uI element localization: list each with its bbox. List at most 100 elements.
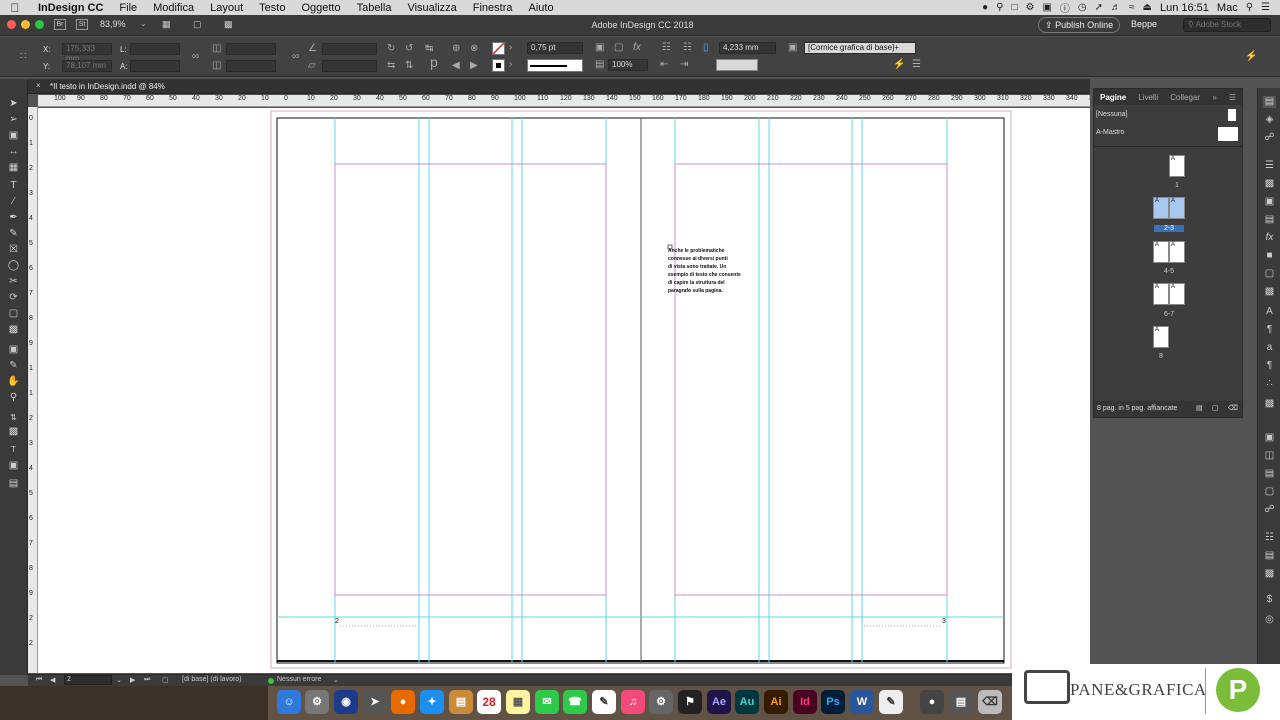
flip-horizontal-icon[interactable]: ⇆	[387, 60, 395, 72]
line-tool-icon[interactable]: ∕	[6, 195, 21, 209]
gear-icon[interactable]: ⚙	[1025, 2, 1034, 13]
pen-tool-icon[interactable]: ✒	[6, 211, 21, 225]
scale-y-field[interactable]	[226, 60, 276, 72]
stroke-panel-icon[interactable]: ☰	[1263, 160, 1276, 172]
zoom-window-icon[interactable]	[35, 20, 44, 29]
fill-swatch[interactable]	[492, 42, 505, 55]
facetime-icon[interactable]: ☎	[563, 690, 587, 714]
effects-panel-icon[interactable]: fx	[1263, 232, 1276, 244]
apple-icon[interactable]: 	[0, 1, 30, 15]
eyedropper-tool-icon[interactable]: ✎	[6, 359, 21, 373]
downloads-icon[interactable]: ●	[920, 690, 944, 714]
page-number-field[interactable]: 2	[64, 675, 112, 685]
frame-fill-select[interactable]	[716, 59, 758, 71]
transform-panel-icon[interactable]: ▢	[1263, 268, 1276, 280]
page-size-icon[interactable]: ▤	[1196, 401, 1203, 417]
select-previous-icon[interactable]: ◀	[452, 60, 460, 72]
textedit-icon[interactable]: ✎	[592, 690, 616, 714]
bookmarks-panel-icon[interactable]: ▢	[1263, 486, 1276, 498]
object-style-select[interactable]: [Cornice grafica di base]+	[804, 42, 916, 54]
view-options-icon[interactable]: ▦	[162, 19, 171, 30]
table-panel-icon[interactable]: ☷	[1263, 532, 1276, 544]
eject-icon[interactable]: ⏏	[1143, 2, 1152, 13]
preflight-label[interactable]: Nessun errore	[277, 676, 321, 683]
master-a[interactable]: A-Mastro	[1096, 129, 1124, 136]
cc-libraries-panel-icon[interactable]: ■	[1263, 250, 1276, 262]
pathfinder-panel-icon[interactable]: ◫	[1263, 450, 1276, 462]
stickies-icon[interactable]: ▦	[506, 690, 530, 714]
panel-collapse-icon[interactable]: »	[1206, 93, 1222, 102]
menu-modifica[interactable]: Modifica	[145, 2, 202, 14]
gradient-panel-icon[interactable]: ▤	[1263, 214, 1276, 226]
gradient-tool-icon[interactable]: ▢	[6, 307, 21, 321]
messages-icon[interactable]: ✉	[535, 690, 559, 714]
zoom-level[interactable]: 83,9%	[100, 19, 126, 29]
menu-aiuto[interactable]: Aiuto	[521, 2, 562, 14]
after-effects-icon[interactable]: Ae	[707, 690, 731, 714]
document-tab[interactable]: *Il testo in InDesign.indd @ 84%	[50, 82, 165, 91]
last-page-icon[interactable]: ⏭	[144, 676, 150, 684]
master-none-thumb[interactable]	[1228, 109, 1236, 121]
fill-stroke-icon[interactable]: ▩	[6, 425, 21, 439]
type-tool-icon[interactable]: T	[6, 179, 21, 193]
select-next-icon[interactable]: ▶	[470, 60, 478, 72]
calendar-icon[interactable]: 28	[477, 690, 501, 714]
trash-icon[interactable]: ⌫	[1228, 401, 1238, 417]
frame-fitting-icon[interactable]: ☷	[683, 42, 692, 54]
screen-mode-tool-icon[interactable]: ▤	[6, 477, 21, 491]
chevron-down-icon[interactable]: ⌄	[116, 676, 122, 684]
page-thumb-7[interactable]: A	[1169, 283, 1185, 305]
new-page-icon[interactable]: ▢	[1212, 401, 1219, 417]
search-icon[interactable]: ⚲	[1246, 2, 1253, 13]
direct-selection-tool-icon[interactable]: ➢	[6, 113, 21, 127]
scale-x-icon[interactable]: ◫	[212, 43, 221, 55]
panel-options-icon[interactable]: ☰	[912, 59, 921, 71]
menubar-user[interactable]: Mac	[1217, 2, 1238, 14]
pages-panel-icon[interactable]: ▤	[1263, 96, 1276, 108]
master-label[interactable]: [di base] (di lavoro)	[182, 676, 242, 683]
align-right-icon[interactable]: ⇥	[680, 59, 688, 71]
bridge-icon[interactable]: Br	[54, 19, 66, 30]
launchpad-icon[interactable]: ➤	[363, 690, 387, 714]
master-none[interactable]: [Nessuna]	[1096, 111, 1128, 118]
info-panel-icon[interactable]: ◎	[1263, 614, 1276, 626]
rotate-ccw-icon[interactable]: ↺	[405, 43, 413, 55]
panel-menu-icon[interactable]: ☰	[1223, 93, 1242, 102]
creative-cloud-icon[interactable]: ●	[982, 2, 988, 13]
x-position-field[interactable]: 175,333 mm	[62, 43, 112, 63]
table-styles-panel-icon[interactable]: ▩	[1263, 568, 1276, 580]
text-wrap-panel-icon[interactable]: ▩	[1263, 398, 1276, 410]
screen-mode-icon[interactable]: ▢	[193, 19, 202, 30]
drop-shadow-icon[interactable]: ▣	[595, 42, 604, 54]
height-field[interactable]	[130, 60, 180, 72]
free-transform-tool-icon[interactable]: ⟳	[6, 291, 21, 305]
note-tool-icon[interactable]: ▣	[6, 343, 21, 357]
swap-colors-icon[interactable]: ⇅	[6, 411, 21, 425]
cc-market-panel-icon[interactable]: $	[1263, 594, 1276, 606]
y-position-field[interactable]: 78,107 mm	[62, 60, 112, 72]
page-thumb-3[interactable]: A	[1169, 197, 1185, 219]
rectangle-frame-tool-icon[interactable]: ☒	[6, 243, 21, 257]
menu-visualizza[interactable]: Visualizza	[399, 2, 464, 14]
text-frame[interactable]: Anche le problematiche connesse ai diver…	[668, 247, 753, 295]
shear-icon[interactable]: ▱	[308, 60, 316, 72]
notes-folder-icon[interactable]: ▤	[449, 690, 473, 714]
paperclip-icon[interactable]: ⚲	[996, 2, 1003, 13]
color-panel-icon[interactable]: ▣	[1263, 196, 1276, 208]
indesign-icon[interactable]: Id	[793, 690, 817, 714]
zoom-tool-icon[interactable]: ⚲	[6, 391, 21, 405]
stock-icon[interactable]: St	[76, 19, 88, 30]
illustrator-icon[interactable]: Ai	[764, 690, 788, 714]
scissors-tool-icon[interactable]: ✂	[6, 275, 21, 289]
workspace-switcher[interactable]: Beppe	[1131, 19, 1157, 29]
page-tool-icon[interactable]: ▣	[6, 129, 21, 143]
tab-pagine[interactable]: Pagine	[1094, 93, 1132, 102]
rotation-field[interactable]	[322, 43, 377, 55]
list-icon[interactable]: ☰	[1261, 2, 1270, 13]
trash-icon[interactable]: ⌫	[978, 690, 1002, 714]
vertical-ruler[interactable]: 0 1 2 3 4 5 6 7 8 9 1 1 2 3 4 5 6 7 8 9 2 2	[28, 107, 38, 673]
word-icon[interactable]: W	[850, 690, 874, 714]
publish-online-button[interactable]: ⇪ Publish Online	[1038, 17, 1120, 33]
menu-app[interactable]: InDesign CC	[30, 2, 111, 14]
glyphs-panel-icon[interactable]: ∴	[1263, 378, 1276, 390]
